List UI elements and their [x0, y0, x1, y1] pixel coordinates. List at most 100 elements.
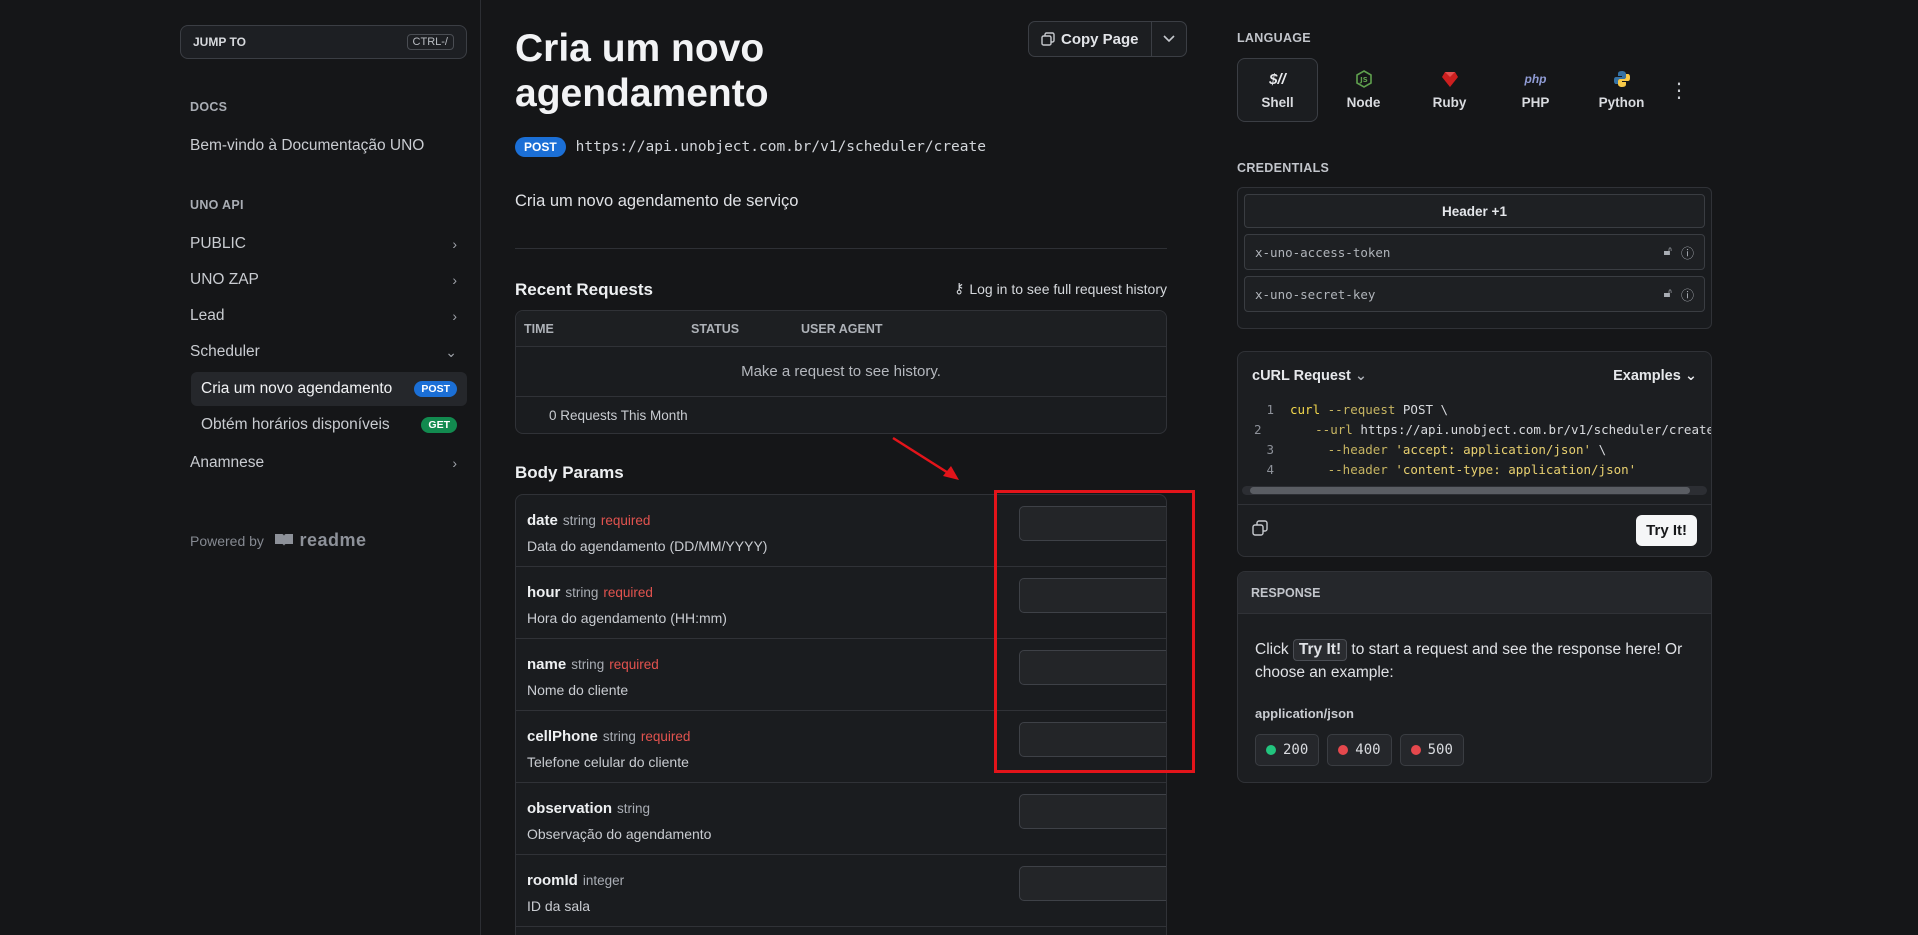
hint-text: Click [1255, 641, 1289, 658]
status-400-button[interactable]: 400 [1327, 734, 1392, 766]
secret-key-field[interactable]: x-uno-secret-key 🔓︎ ⓘ [1244, 276, 1705, 312]
curl-language-select[interactable]: cURL Request ⌄ [1252, 368, 1367, 384]
tab-label: Ruby [1432, 95, 1467, 110]
param-name: cellPhone [527, 728, 598, 745]
copy-code-icon[interactable] [1252, 520, 1268, 541]
hour-input[interactable] [1019, 578, 1166, 613]
readme-logo-text: readme [299, 530, 367, 550]
endpoint-description: Cria um novo agendamento de serviço [515, 192, 799, 210]
help-icon[interactable]: ⓘ [1681, 285, 1694, 304]
status-500-button[interactable]: 500 [1399, 734, 1464, 766]
response-box: RESPONSE Click Try It! to start a reques… [1237, 571, 1712, 783]
sidebar-item-label: UNO ZAP [190, 271, 259, 288]
param-type: integer [582, 873, 625, 888]
name-input[interactable] [1019, 650, 1166, 685]
help-icon[interactable]: ⓘ [1681, 243, 1694, 262]
tab-python[interactable]: Python [1581, 58, 1662, 122]
uno-api-heading: UNO API [190, 198, 244, 212]
powered-by[interactable]: Powered by readme [190, 530, 367, 551]
sidebar-item-lead[interactable]: Lead › [180, 299, 467, 333]
sidebar-item-scheduler[interactable]: Scheduler ⌄ [180, 335, 467, 369]
page-title: Cria um novo agendamento [515, 27, 769, 115]
param-required: required [603, 585, 653, 600]
tab-php[interactable]: php PHP [1495, 58, 1576, 122]
endpoint-url[interactable]: https://api.unobject.com.br/v1/scheduler… [576, 139, 986, 155]
copy-page-dropdown[interactable] [1152, 22, 1186, 56]
credentials-header-tab[interactable]: Header +1 [1244, 194, 1705, 228]
sidebar-item-label: Cria um novo agendamento [201, 380, 393, 397]
status-200-button[interactable]: 200 [1255, 734, 1320, 766]
param-name: date [527, 512, 558, 529]
param-required: required [600, 513, 651, 528]
examples-dropdown[interactable]: Examples ⌄ [1613, 368, 1697, 384]
roomid-input[interactable] [1019, 866, 1166, 901]
inline-try-it-button[interactable]: Try It! [1292, 639, 1348, 661]
code-token: --request [1320, 402, 1396, 417]
requests-count: 0 Requests This Month [549, 407, 688, 423]
unlock-icon[interactable]: 🔓︎ [1664, 243, 1672, 262]
recent-requests-table: TIME STATUS USER AGENT Make a request to… [515, 310, 1167, 434]
tab-node[interactable]: JS Node [1323, 58, 1404, 122]
code-block[interactable]: 1 curl --request POST \ 2 --url https://ap… [1238, 400, 1711, 480]
jump-to-search[interactable]: JUMP TO CTRL-/ [180, 25, 467, 59]
empty-history-message: Make a request to see history. [516, 347, 1166, 397]
status-code: 400 [1355, 742, 1381, 758]
cellphone-input[interactable] [1019, 722, 1166, 757]
key-icon: ⚷ [954, 280, 965, 296]
code-line: 1 curl --request POST \ [1254, 400, 1711, 420]
scrollbar-thumb[interactable] [1250, 487, 1690, 494]
sidebar-item-label: Bem-vindo à Documentação UNO [190, 137, 425, 154]
line-number: 3 [1266, 442, 1274, 457]
column-user-agent: USER AGENT [801, 321, 883, 336]
code-line: 4 --header 'content-type: application/js… [1254, 460, 1711, 480]
node-icon: JS [1355, 70, 1372, 88]
unlock-icon[interactable]: 🔓︎ [1664, 285, 1672, 304]
readme-logo: readme [274, 530, 367, 551]
copy-page-label: Copy Page [1061, 30, 1139, 48]
method-badge: POST [414, 381, 457, 397]
code-token: curl [1290, 402, 1321, 417]
sidebar-item-welcome[interactable]: Bem-vindo à Documentação UNO [180, 129, 467, 163]
login-history-link[interactable]: ⚷ Log in to see full request history [954, 280, 1167, 297]
copy-page-button[interactable]: Copy Page [1029, 22, 1152, 56]
column-status: STATUS [691, 321, 740, 336]
code-token: POST \ [1395, 402, 1449, 417]
python-icon [1613, 70, 1631, 88]
curl-toolbar: cURL Request ⌄ Examples ⌄ [1238, 352, 1711, 400]
response-hint: Click Try It! to start a request and see… [1255, 638, 1695, 684]
table-header: TIME STATUS USER AGENT [516, 311, 1166, 347]
chevron-right-icon: › [452, 236, 457, 252]
tab-label: Shell [1261, 95, 1294, 110]
credentials-box: Header +1 x-uno-access-token 🔓︎ ⓘ x-uno-s… [1237, 187, 1712, 329]
method-badge: POST [515, 137, 566, 157]
readme-book-icon [274, 534, 293, 546]
param-description: Nome do cliente [527, 682, 629, 698]
code-scrollbar[interactable] [1242, 486, 1707, 495]
try-it-button[interactable]: Try It! [1636, 515, 1697, 546]
status-code-examples: 200 400 500 [1255, 734, 1464, 766]
chevron-right-icon: › [452, 455, 457, 471]
observation-input[interactable] [1019, 794, 1166, 829]
param-required: required [609, 657, 659, 672]
tab-shell[interactable]: $// Shell [1237, 58, 1318, 122]
tab-ruby[interactable]: Ruby [1409, 58, 1490, 122]
copy-page-group: Copy Page [1028, 21, 1187, 57]
sidebar-item-create-scheduling[interactable]: Cria um novo agendamento POST [191, 372, 467, 406]
chevron-down-icon: ⌄ [1354, 368, 1368, 384]
sidebar-item-anamnese[interactable]: Anamnese › [180, 446, 467, 480]
sidebar-item-public[interactable]: PUBLIC › [180, 227, 467, 261]
param-type: string [562, 513, 596, 528]
curl-request-box: cURL Request ⌄ Examples ⌄ 1 curl --reques… [1237, 351, 1712, 557]
response-label: RESPONSE [1238, 572, 1711, 614]
param-description: Observação do agendamento [527, 826, 712, 842]
curl-title: cURL Request [1252, 368, 1351, 384]
code-token: --header [1290, 442, 1388, 457]
date-input[interactable] [1019, 506, 1166, 541]
more-languages-icon[interactable]: ⋮ [1669, 78, 1689, 103]
access-token-field[interactable]: x-uno-access-token 🔓︎ ⓘ [1244, 234, 1705, 270]
sidebar-item-available-times[interactable]: Obtém horários disponíveis GET [191, 408, 467, 442]
param-row-name: name string required Nome do cliente [516, 639, 1166, 711]
sidebar-item-uno-zap[interactable]: UNO ZAP › [180, 263, 467, 297]
sidebar-item-label: Scheduler [190, 343, 260, 360]
param-row-roomid: roomId integer ID da sala [516, 855, 1166, 927]
